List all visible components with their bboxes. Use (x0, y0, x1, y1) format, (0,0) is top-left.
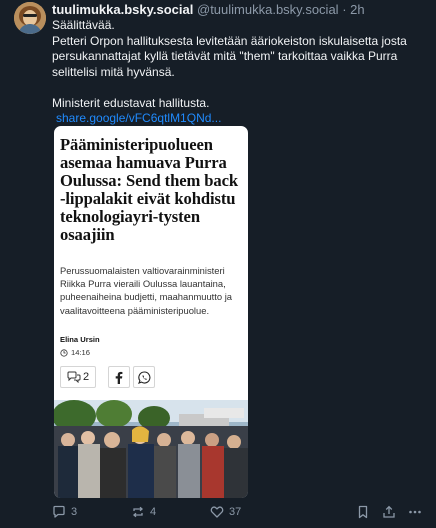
post-text-line: Petteri Orpon hallituksesta levitetään ä… (52, 33, 407, 79)
like-button[interactable]: 37 (210, 505, 241, 519)
article-author: Elina Ursin (60, 335, 100, 344)
repost-icon (132, 506, 144, 518)
post-text-line: Ministerit edustavat hallitusta. (52, 95, 210, 110)
post-actions: 3 4 37 (52, 505, 424, 521)
heart-icon (210, 506, 224, 518)
post-text-gap (52, 80, 424, 96)
post-header: tuulimukka.bsky.social @tuulimukka.bsky.… (52, 3, 428, 17)
like-count: 37 (229, 506, 242, 518)
share-button[interactable] (382, 505, 396, 519)
whatsapp-button (133, 366, 155, 388)
comments-icon (67, 371, 81, 383)
bookmark-button[interactable] (357, 505, 369, 519)
article-time: 14:16 (60, 348, 90, 357)
article-time-text: 14:16 (71, 348, 91, 357)
whatsapp-icon (137, 370, 150, 384)
post[interactable]: tuulimukka.bsky.social @tuulimukka.bsky.… (0, 0, 436, 528)
article-photo (54, 400, 248, 498)
reply-icon (53, 505, 65, 518)
embed-image[interactable]: Pääministeripuolueen asemaa hamuava Purr… (54, 126, 248, 498)
comments-button: 2 (60, 366, 96, 388)
separator: · (342, 3, 347, 17)
handle[interactable]: @tuulimukka.bsky.social (197, 3, 339, 17)
reply-count: 3 (71, 506, 78, 518)
more-button[interactable] (408, 505, 422, 519)
bookmark-icon (358, 505, 368, 519)
post-time[interactable]: 2h (350, 3, 364, 17)
article-lede: Perussuomalaisten valtiovarainministeri … (60, 265, 233, 316)
display-name[interactable]: tuulimukka.bsky.social (52, 3, 193, 17)
facebook-icon (115, 371, 123, 384)
repost-button[interactable]: 4 (131, 505, 156, 519)
reply-button[interactable]: 3 (52, 505, 77, 519)
clock-icon (60, 348, 68, 357)
article-actions: 2 (60, 366, 155, 388)
repost-count: 4 (150, 506, 157, 518)
post-text: Säälittävää. Petteri Orpon hallituksesta… (52, 18, 424, 127)
avatar-image (14, 2, 46, 34)
more-icon (409, 510, 421, 514)
post-link[interactable]: share.google/vFC6qtlM1QNd... (56, 111, 221, 127)
post-text-line: Säälittävää. (52, 18, 115, 32)
avatar[interactable] (14, 2, 46, 34)
article-headline: Pääministeripuolueen asemaa hamuava Purr… (60, 135, 238, 244)
share-icon (383, 505, 395, 518)
share-buttons (108, 366, 155, 388)
facebook-button (108, 366, 130, 388)
comment-count: 2 (82, 371, 90, 383)
